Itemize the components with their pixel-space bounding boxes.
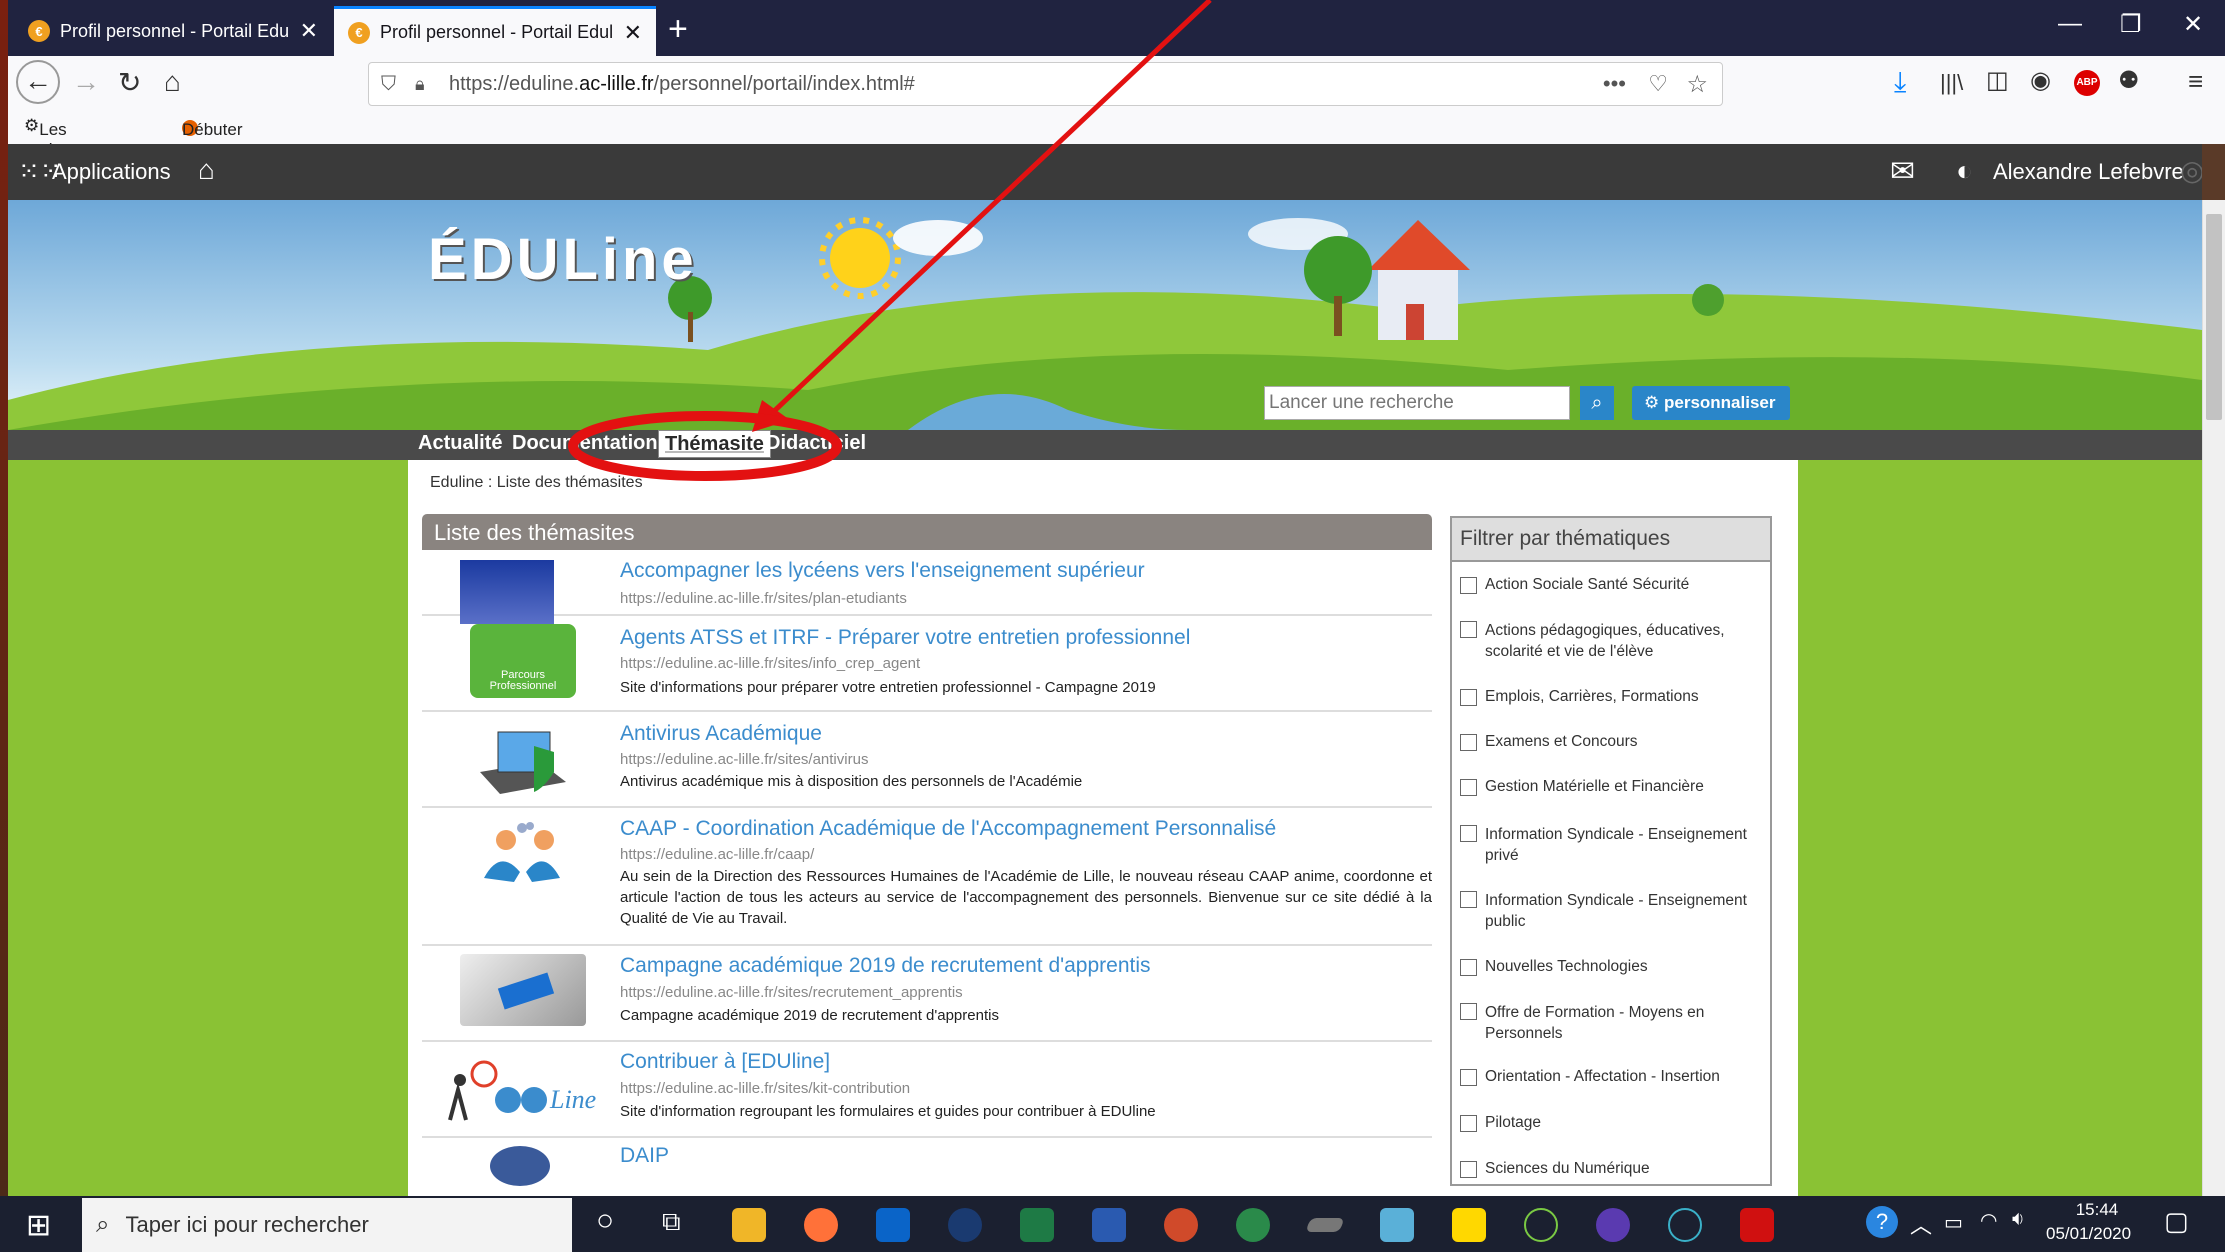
app-m-icon[interactable] bbox=[948, 1208, 982, 1242]
clock-date[interactable]: 05/01/2020 bbox=[2046, 1224, 2131, 1244]
outlook-icon[interactable] bbox=[876, 1208, 910, 1242]
taskbar-search[interactable]: ⌕ Taper ici pour rechercher bbox=[82, 1198, 572, 1252]
wifi-icon[interactable]: ◠ bbox=[1980, 1208, 1997, 1233]
file-explorer-icon[interactable] bbox=[732, 1208, 766, 1242]
help-icon[interactable]: ? bbox=[1866, 1206, 1898, 1238]
app-purple-icon[interactable] bbox=[1596, 1208, 1630, 1242]
clock-time[interactable]: 15:44 bbox=[2054, 1200, 2140, 1220]
pen-app-icon[interactable] bbox=[1305, 1218, 1345, 1232]
firefox-taskbar-icon[interactable] bbox=[804, 1208, 838, 1242]
sticky-notes-icon[interactable] bbox=[1452, 1208, 1486, 1242]
annotation-overlay bbox=[568, 0, 1212, 481]
powerpoint-icon[interactable] bbox=[1164, 1208, 1198, 1242]
app-teal-icon[interactable] bbox=[1668, 1208, 1702, 1242]
volume-icon[interactable]: 🔉︎ bbox=[2012, 1208, 2025, 1231]
windows-start-icon[interactable]: ⊞ bbox=[26, 1208, 51, 1243]
search-icon: ⌕ bbox=[96, 1211, 110, 1238]
windows-taskbar: ⊞ ⌕ Taper ici pour rechercher ○ ⧉ ? ︿ ▭ … bbox=[0, 1196, 2225, 1252]
photos-app-icon[interactable] bbox=[1380, 1208, 1414, 1242]
app-u-icon[interactable] bbox=[1524, 1208, 1558, 1242]
cortana-icon[interactable]: ○ bbox=[596, 1204, 614, 1238]
battery-icon[interactable]: ▭ bbox=[1944, 1210, 1963, 1235]
task-view-icon[interactable]: ⧉ bbox=[662, 1206, 681, 1238]
acrobat-icon[interactable] bbox=[1740, 1208, 1774, 1242]
excel-icon[interactable] bbox=[1020, 1208, 1054, 1242]
notifications-icon[interactable]: ▢ bbox=[2164, 1206, 2189, 1237]
notes-app-icon[interactable] bbox=[1236, 1208, 1270, 1242]
word-icon[interactable] bbox=[1092, 1208, 1126, 1242]
tray-expand-icon[interactable]: ︿ bbox=[1910, 1208, 1932, 1240]
